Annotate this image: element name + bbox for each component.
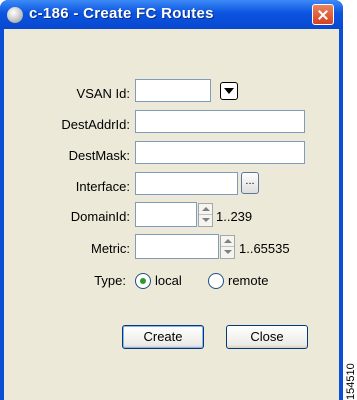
dest-addr-id-field[interactable] bbox=[135, 110, 305, 133]
metric-range: 1..65535 bbox=[239, 241, 290, 256]
spin-down-icon[interactable] bbox=[221, 247, 234, 258]
close-icon[interactable] bbox=[312, 4, 334, 25]
domain-id-field[interactable] bbox=[135, 202, 197, 227]
dropdown-arrow-icon[interactable] bbox=[220, 82, 238, 100]
dest-addr-id-label: DestAddrId: bbox=[61, 117, 130, 132]
window-title: c-186 - Create FC Routes bbox=[29, 5, 214, 22]
spin-down-icon[interactable] bbox=[199, 215, 212, 226]
browse-icon[interactable]: ... bbox=[241, 172, 259, 194]
figure-number: 154510 bbox=[345, 363, 357, 400]
app-icon bbox=[7, 7, 23, 23]
type-remote-label[interactable]: remote bbox=[228, 273, 268, 288]
metric-stepper[interactable] bbox=[220, 235, 235, 259]
type-label: Type: bbox=[94, 273, 126, 288]
spin-up-icon[interactable] bbox=[221, 236, 234, 247]
metric-field[interactable] bbox=[135, 234, 219, 259]
spin-up-icon[interactable] bbox=[199, 204, 212, 215]
vsan-id-select[interactable] bbox=[135, 79, 211, 102]
close-button[interactable]: Close bbox=[226, 325, 308, 349]
domain-id-label: DomainId: bbox=[70, 209, 130, 224]
dialog-content: VSAN Id: DestAddrId: DestMask: Interface… bbox=[4, 29, 339, 400]
dest-mask-label: DestMask: bbox=[68, 148, 130, 163]
metric-label: Metric: bbox=[91, 241, 130, 256]
title-bar[interactable]: c-186 - Create FC Routes bbox=[0, 0, 343, 29]
domain-id-range: 1..239 bbox=[216, 209, 253, 224]
type-local-label[interactable]: local bbox=[155, 273, 182, 288]
create-button[interactable]: Create bbox=[122, 325, 204, 349]
type-local-radio[interactable] bbox=[135, 273, 151, 289]
domain-id-stepper[interactable] bbox=[198, 203, 213, 227]
dialog-window: c-186 - Create FC Routes VSAN Id: DestAd… bbox=[0, 0, 343, 400]
dest-mask-field[interactable] bbox=[135, 141, 305, 164]
interface-label: Interface: bbox=[75, 179, 130, 194]
vsan-id-label: VSAN Id: bbox=[76, 86, 130, 101]
interface-field[interactable] bbox=[135, 172, 238, 195]
type-remote-radio[interactable] bbox=[208, 273, 224, 289]
